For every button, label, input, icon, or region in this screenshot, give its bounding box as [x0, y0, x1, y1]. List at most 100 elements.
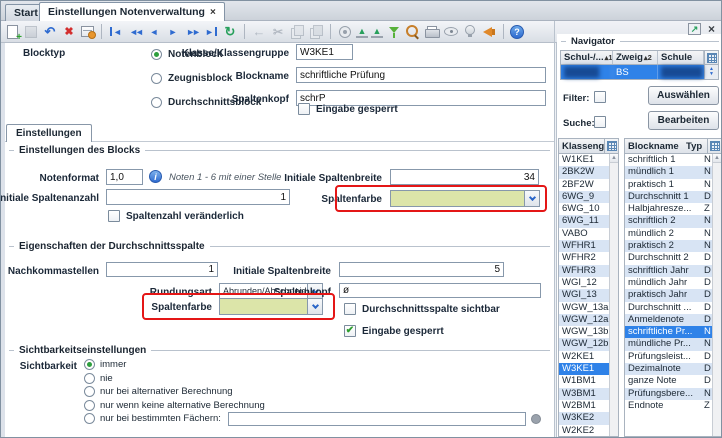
print-icon[interactable]	[424, 24, 440, 40]
export-icon[interactable]: ▲	[371, 25, 383, 38]
block-item[interactable]: mündliche Pr...N	[625, 338, 721, 350]
block-item[interactable]: praktisch JahrD	[625, 289, 721, 301]
last-record-icon[interactable]: ►	[203, 24, 219, 40]
next-record-icon[interactable]: ►	[165, 24, 181, 40]
column-header-schulart[interactable]: Schul-/...▴1	[561, 51, 613, 64]
klassengruppen-scrollbar[interactable]: ▲	[609, 154, 618, 436]
undock-panel-icon[interactable]: ↗	[688, 23, 701, 35]
block-item[interactable]: mündlich JahrD	[625, 277, 721, 289]
block-item[interactable]: praktisch 1N	[625, 179, 721, 191]
delete-record-icon[interactable]: ✖	[61, 24, 77, 40]
avg-spaltenkopf-label: Spaltenkopf	[274, 287, 331, 298]
blockname-column-header[interactable]: Blockname	[625, 141, 685, 152]
block-item[interactable]: Durchschnitt 1D	[625, 191, 721, 203]
block-item[interactable]: praktisch 2N	[625, 240, 721, 252]
radio-icon[interactable]	[84, 373, 95, 384]
search-icon[interactable]	[405, 24, 421, 40]
avg-spaltenbreite-input[interactable]	[339, 262, 504, 277]
filter-icon[interactable]	[386, 24, 402, 40]
sichtbarkeit-option[interactable]: nie	[84, 372, 541, 386]
scroll-up-icon[interactable]: ▲	[610, 154, 618, 163]
block-item[interactable]: Prüfungsleist...D	[625, 351, 721, 363]
faecher-input[interactable]	[228, 412, 526, 426]
block-item[interactable]: EndnoteZ	[625, 400, 721, 412]
column-header-schule[interactable]: Schule	[658, 51, 704, 64]
block-item[interactable]: Halbjahresze...Z	[625, 203, 721, 215]
undo-icon[interactable]: ↶	[42, 24, 58, 40]
nachkommastellen-input[interactable]	[106, 262, 218, 277]
klasse-input[interactable]	[296, 44, 353, 60]
radio-icon[interactable]	[84, 359, 95, 370]
record-count-icon[interactable]	[337, 24, 353, 40]
block-item[interactable]: schriftlich JahrD	[625, 265, 721, 277]
filter-checkbox[interactable]	[594, 91, 606, 103]
sichtbarkeit-option[interactable]: nur wenn keine alternative Berechnung	[84, 399, 541, 413]
column-header-zweig[interactable]: Zweig▴2	[613, 51, 658, 64]
new-record-icon[interactable]	[7, 25, 18, 39]
sichtbarkeit-option[interactable]: nur bei alternativer Berechnung	[84, 385, 541, 399]
close-panel-icon[interactable]: ×	[708, 23, 715, 35]
block-item[interactable]: Durchschnitt 2D	[625, 252, 721, 264]
fast-next-icon[interactable]: ►►	[184, 24, 200, 40]
radio-icon[interactable]	[84, 400, 95, 411]
block-item[interactable]: mündlich 2N	[625, 228, 721, 240]
prev-record-icon[interactable]: ◄	[146, 24, 162, 40]
typ-column-header[interactable]: Typ	[685, 141, 707, 152]
navigator-title: Navigator	[561, 36, 719, 47]
radio-icon[interactable]	[84, 386, 95, 397]
edit-form-icon[interactable]	[81, 26, 94, 37]
radio-icon[interactable]	[84, 413, 95, 424]
klassengruppen-column-chooser-icon[interactable]	[604, 139, 618, 153]
help-icon[interactable]: ?	[510, 25, 524, 39]
spaltenfarbe-block-combobox[interactable]	[390, 190, 540, 207]
scroll-up-icon[interactable]: ▲	[713, 154, 721, 163]
radio-icon[interactable]	[151, 49, 162, 60]
cut-icon: ✂	[270, 24, 286, 40]
tab-einstellungen-close-icon[interactable]: ×	[210, 7, 216, 18]
eingabe-gesperrt-checkbox[interactable]	[298, 103, 310, 115]
refresh-icon[interactable]: ↻	[222, 24, 238, 40]
durchschnittsspalte-sichtbar-checkbox[interactable]	[344, 303, 356, 315]
klassengruppe-column-header[interactable]: Klassengru...	[559, 141, 604, 152]
sichtbarkeit-option[interactable]: nur bei bestimmten Fächern:	[84, 412, 541, 426]
tab-einstellungen-inner[interactable]: Einstellungen	[6, 124, 92, 142]
notenformat-input[interactable]	[106, 169, 143, 185]
avg-eingabe-gesperrt-checkbox[interactable]	[344, 325, 356, 337]
spaltenbreite-input[interactable]	[390, 169, 539, 185]
auswaehlen-button[interactable]: Auswählen	[648, 86, 719, 105]
column-chooser-icon[interactable]	[704, 51, 718, 64]
sichtbarkeit-option[interactable]: immer	[84, 358, 541, 372]
block-item[interactable]: DezimalnoteD	[625, 363, 721, 375]
fast-prev-icon[interactable]: ◄◄	[127, 24, 143, 40]
spaltenfarbe-block-dropdown-icon[interactable]	[524, 191, 539, 206]
row-spinner[interactable]: ▲▼	[704, 65, 718, 79]
block-item[interactable]: Durchschnitt ...D	[625, 302, 721, 314]
blockname-input[interactable]	[296, 67, 546, 83]
import-icon[interactable]: ▲	[356, 25, 368, 38]
spaltenfarbe-avg-dropdown-icon[interactable]	[307, 299, 322, 314]
suche-checkbox[interactable]	[594, 116, 606, 128]
radio-icon[interactable]	[151, 97, 162, 108]
hint-icon[interactable]	[462, 24, 478, 40]
navigator-table-row[interactable]: ██████ BS ████████ ▲▼	[561, 65, 718, 79]
radio-icon[interactable]	[151, 73, 162, 84]
avg-spaltenkopf-input[interactable]	[339, 283, 541, 298]
spaltenfarbe-avg-combobox[interactable]	[219, 298, 323, 315]
megaphone-icon[interactable]	[481, 24, 497, 40]
block-item[interactable]: schriftliche Pr...N	[625, 326, 721, 338]
block-item[interactable]: ganze NoteD	[625, 375, 721, 387]
block-item[interactable]: schriftlich 1N	[625, 154, 721, 166]
spaltenzahl-veraenderlich-checkbox[interactable]	[108, 210, 120, 222]
block-item[interactable]: schriftlich 2N	[625, 215, 721, 227]
block-item[interactable]: Prüfungsbere...N	[625, 388, 721, 400]
bloecke-column-chooser-icon[interactable]	[707, 139, 721, 153]
first-record-icon[interactable]: ◄	[108, 24, 124, 40]
block-item[interactable]: AnmeldenoteD	[625, 314, 721, 326]
tab-einstellungen-notenverwaltung[interactable]: Einstellungen Notenverwaltung ×	[39, 2, 225, 21]
spaltenanzahl-input[interactable]	[106, 189, 290, 205]
block-item[interactable]: mündlich 1N	[625, 166, 721, 178]
block-item-name: Durchschnitt ...	[628, 302, 704, 314]
bloecke-scrollbar[interactable]: ▲	[712, 154, 721, 436]
bearbeiten-button[interactable]: Bearbeiten	[648, 111, 719, 130]
view-icon[interactable]	[443, 24, 459, 40]
